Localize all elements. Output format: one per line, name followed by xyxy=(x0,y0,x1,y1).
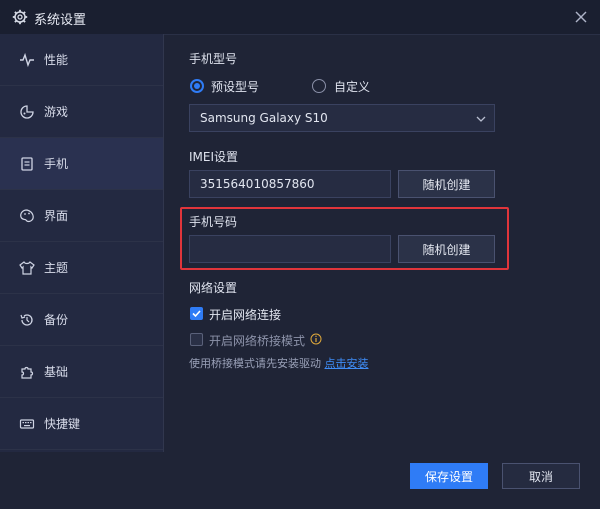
keyboard-icon xyxy=(18,415,36,433)
window-title: 系统设置 xyxy=(34,13,87,28)
info-icon[interactable] xyxy=(310,333,322,345)
sidebar-item-performance[interactable]: 性能 xyxy=(0,34,163,86)
sidebar-item-label: 手机 xyxy=(44,157,69,171)
sidebar-item-phone[interactable]: 手机 xyxy=(0,138,163,190)
sidebar-item-interface[interactable]: 界面 xyxy=(0,190,163,242)
enable-network-label: 开启网络连接 xyxy=(209,308,282,322)
bridge-mode-checkbox[interactable] xyxy=(190,333,203,346)
imei-input[interactable]: 351564010857860 xyxy=(189,170,391,198)
enable-network-checkbox[interactable] xyxy=(190,307,203,320)
sidebar-item-backup[interactable]: 备份 xyxy=(0,294,163,346)
bridge-note-text: 使用桥接模式请先安装驱动 xyxy=(189,357,321,370)
shirt-icon xyxy=(18,259,36,277)
sidebar-item-theme[interactable]: 主题 xyxy=(0,242,163,294)
phone-number-title: 手机号码 xyxy=(189,215,238,229)
imei-title: IMEI设置 xyxy=(189,150,239,164)
settings-window: 系统设置 性能 游戏 手机 界面 主题 备份 基础 快捷键 手机型号 预设型号 … xyxy=(0,0,600,509)
phone-icon xyxy=(18,155,36,173)
imei-value: 351564010857860 xyxy=(200,177,315,191)
title-bar: 系统设置 xyxy=(0,0,600,35)
sidebar-item-label: 性能 xyxy=(44,53,69,67)
save-button[interactable]: 保存设置 xyxy=(410,463,488,489)
network-title: 网络设置 xyxy=(189,281,238,295)
gear-icon xyxy=(12,9,28,25)
puzzle-icon xyxy=(18,363,36,381)
sidebar-item-label: 主题 xyxy=(44,261,69,275)
gamepad-icon xyxy=(18,103,36,121)
sidebar-item-shortcuts[interactable]: 快捷键 xyxy=(0,398,163,450)
pulse-icon xyxy=(18,51,36,69)
imei-random-button[interactable]: 随机创建 xyxy=(398,170,495,198)
sidebar-item-basic[interactable]: 基础 xyxy=(0,346,163,398)
phone-number-input[interactable] xyxy=(189,235,391,263)
check-icon xyxy=(192,310,201,318)
settings-sidebar: 性能 游戏 手机 界面 主题 备份 基础 快捷键 xyxy=(0,34,164,452)
radio-custom-label: 自定义 xyxy=(334,80,371,94)
sidebar-item-label: 备份 xyxy=(44,313,69,327)
phone-model-title: 手机型号 xyxy=(189,52,238,66)
phone-model-value: Samsung Galaxy S10 xyxy=(200,111,328,125)
settings-content: 手机型号 预设型号 自定义 Samsung Galaxy S10 IMEI设置 … xyxy=(164,34,600,452)
cancel-button[interactable]: 取消 xyxy=(502,463,580,489)
sidebar-item-label: 界面 xyxy=(44,209,69,223)
palette-icon xyxy=(18,207,36,225)
phone-model-select[interactable]: Samsung Galaxy S10 xyxy=(189,104,495,132)
radio-preset-label: 预设型号 xyxy=(211,80,260,94)
chevron-down-icon xyxy=(476,116,486,122)
sidebar-item-label: 基础 xyxy=(44,365,69,379)
install-driver-link[interactable]: 点击安装 xyxy=(325,357,369,370)
history-icon xyxy=(18,311,36,329)
sidebar-item-game[interactable]: 游戏 xyxy=(0,86,163,138)
bridge-note: 使用桥接模式请先安装驱动 点击安装 xyxy=(189,355,369,371)
bridge-mode-label: 开启网络桥接模式 xyxy=(209,334,306,348)
sidebar-item-label: 快捷键 xyxy=(44,417,81,431)
radio-preset-model[interactable] xyxy=(190,79,204,93)
close-icon[interactable] xyxy=(572,8,590,26)
phone-number-random-button[interactable]: 随机创建 xyxy=(398,235,495,263)
sidebar-item-label: 游戏 xyxy=(44,105,69,119)
radio-custom-model[interactable] xyxy=(312,79,326,93)
